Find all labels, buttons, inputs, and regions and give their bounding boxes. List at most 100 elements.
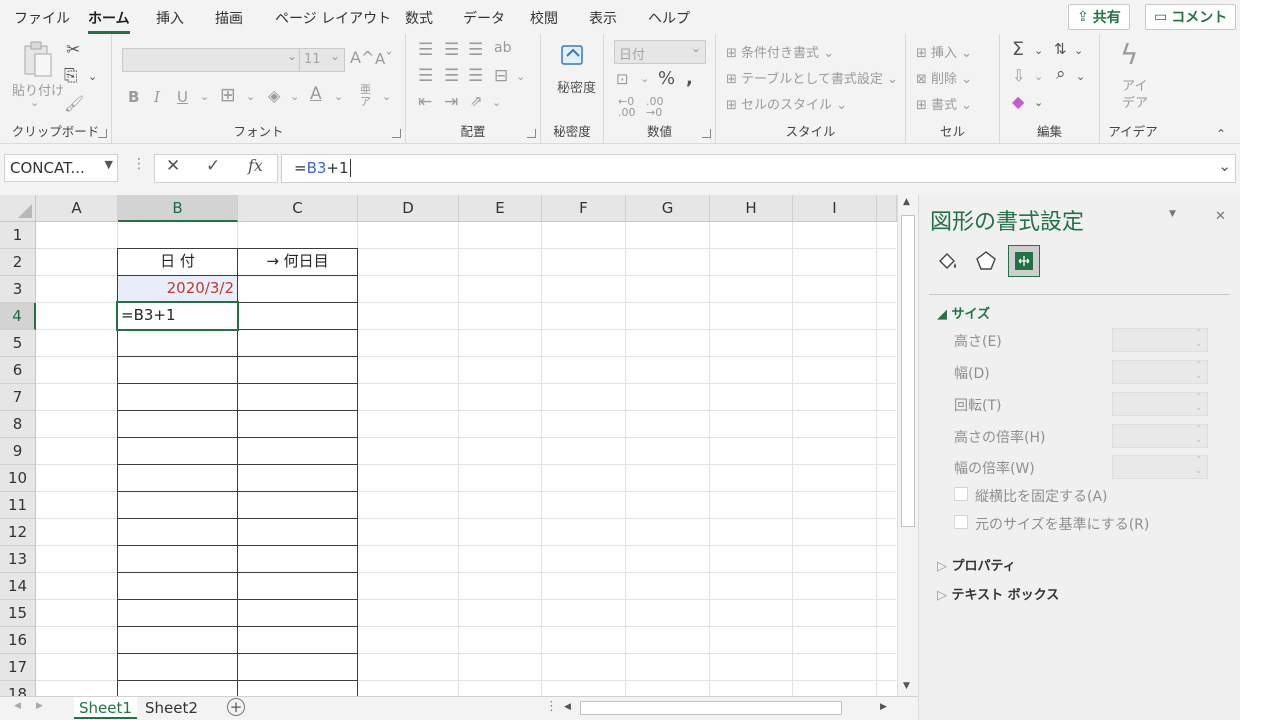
column-header-g[interactable]: G [626,195,710,222]
pane-options-icon[interactable]: ▼ [1169,209,1176,219]
comma-style-icon[interactable]: , [686,68,693,89]
formula-input[interactable]: =B3+1 ⌄ [281,154,1236,183]
row-header-3[interactable]: 3 [0,276,36,303]
font-shrink-button[interactable]: Aˇ [375,50,393,68]
clear-icon[interactable]: ◆ [1012,92,1024,111]
find-select-icon[interactable]: ⌕ [1056,64,1066,84]
number-format-dropdown[interactable]: 日付 [614,40,706,64]
sensitivity-button[interactable]: 秘密度 [557,80,596,97]
relative-original-checkbox[interactable] [954,515,968,529]
row-header-6[interactable]: 6 [0,357,36,384]
column-header-b[interactable]: B [118,195,238,222]
align-right-icon[interactable]: ☰ [468,66,483,86]
tab-formulas[interactable]: 数式 [405,8,433,28]
italic-button[interactable]: I [154,88,160,106]
select-all-button[interactable] [0,195,36,222]
accounting-format-icon[interactable]: ⊡ [616,70,629,88]
scroll-right-icon[interactable]: ▶ [880,702,887,712]
cell-styles-button[interactable]: ⊞ セルのスタイル ⌄ [726,94,847,113]
row-header-5[interactable]: 5 [0,330,36,357]
row-header-18[interactable]: 18 [0,681,36,696]
ideas-button[interactable]: アイデア [1122,78,1148,112]
cell-c2[interactable]: → 何日目 [238,249,357,274]
comments-button[interactable]: ▭ コメント [1145,4,1237,30]
sheet-tab-sheet1[interactable]: Sheet1 [74,697,137,719]
row-header-12[interactable]: 12 [0,519,36,546]
bold-button[interactable]: B [128,88,139,106]
horizontal-scroll-thumb[interactable] [580,701,842,715]
copy-dropdown-icon[interactable]: ⌄ [88,70,97,83]
phonetic-icon[interactable]: 亜ア [360,84,371,108]
autosum-icon[interactable]: Σ [1012,38,1024,60]
tab-page-layout[interactable]: ページ レイアウト [275,8,391,28]
fill-color-icon[interactable]: ◈ [268,86,280,105]
column-header-d[interactable]: D [358,195,459,222]
decrease-indent-icon[interactable]: ⇤ [418,92,432,112]
align-left-icon[interactable]: ☰ [418,66,433,86]
row-header-13[interactable]: 13 [0,546,36,573]
column-header-f[interactable]: F [542,195,626,222]
copy-icon[interactable]: ⎘ [64,66,78,86]
column-header-e[interactable]: E [459,195,542,222]
tab-view[interactable]: 表示 [589,8,617,28]
size-section-toggle[interactable]: ◢ サイズ [937,303,990,322]
textbox-section-toggle[interactable]: ▷ テキスト ボックス [937,584,1059,603]
font-size-dropdown[interactable]: 11 [299,48,345,72]
horizontal-scrollbar[interactable]: ◀ ▶ [560,700,896,717]
fill-icon[interactable]: ⇩ [1012,66,1025,85]
delete-cells-button[interactable]: ⊠ 削除 ⌄ [916,68,972,87]
format-as-table-button[interactable]: ⊞ テーブルとして書式設定 ⌄ [726,68,898,87]
tab-insert[interactable]: 挿入 [156,8,184,28]
font-launcher-icon[interactable] [392,129,401,138]
conditional-formatting-button[interactable]: ⊞ 条件付き書式 ⌄ [726,42,834,61]
format-cells-button[interactable]: ⊞ 書式 ⌄ [916,94,972,113]
align-middle-icon[interactable]: ☰ [444,40,459,60]
align-bottom-icon[interactable]: ☰ [468,40,483,60]
vertical-scroll-thumb[interactable] [901,215,915,527]
row-header-2[interactable]: 2 [0,249,36,276]
alignment-launcher-icon[interactable] [527,129,536,138]
height-spinner[interactable] [1112,327,1208,352]
name-box[interactable]: CONCAT... ▼ [4,154,118,182]
increase-indent-icon[interactable]: ⇥ [444,92,458,112]
borders-icon[interactable]: ⊞ [220,84,236,106]
scroll-left-icon[interactable]: ◀ [564,702,571,712]
column-header-a[interactable]: A [36,195,118,222]
vertical-scrollbar[interactable]: ▲ ▼ [897,195,918,696]
row-header-15[interactable]: 15 [0,600,36,627]
format-painter-icon[interactable]: 🖌 [64,94,84,113]
underline-button[interactable]: U [177,88,188,106]
fill-line-tab[interactable] [932,245,964,277]
tab-file[interactable]: ファイル [14,8,70,28]
orientation-icon[interactable]: ab [494,40,511,56]
width-spinner[interactable] [1112,359,1208,384]
row-header-14[interactable]: 14 [0,573,36,600]
column-header-i[interactable]: I [793,195,877,222]
row-header-7[interactable]: 7 [0,384,36,411]
column-header-h[interactable]: H [710,195,793,222]
row-header-17[interactable]: 17 [0,654,36,681]
tab-help[interactable]: ヘルプ [648,8,690,28]
share-button[interactable]: ⇪ 共有 [1068,4,1130,30]
sheet-tab-sheet2[interactable]: Sheet2 [140,697,203,719]
percent-icon[interactable]: % [658,68,675,89]
column-header-j[interactable] [877,195,897,222]
effects-tab[interactable] [970,245,1002,277]
row-header-10[interactable]: 10 [0,465,36,492]
cancel-icon[interactable]: ✕ [166,156,180,176]
tab-draw[interactable]: 描画 [215,8,243,28]
column-header-c[interactable]: C [238,195,358,222]
cell-b2[interactable]: 日 付 [118,249,237,274]
name-box-dropdown-icon[interactable]: ▼ [105,158,113,171]
lock-aspect-checkbox[interactable] [954,487,968,501]
collapse-ribbon-icon[interactable]: ⌃ [1216,127,1226,141]
tab-home[interactable]: ホーム [88,8,130,34]
font-color-icon[interactable]: A [310,84,322,104]
row-header-11[interactable]: 11 [0,492,36,519]
tab-data[interactable]: データ [463,8,505,28]
row-header-16[interactable]: 16 [0,627,36,654]
sort-filter-icon[interactable]: ⇅ [1054,40,1067,58]
align-top-icon[interactable]: ☰ [418,40,433,60]
tab-review[interactable]: 校閲 [530,8,558,28]
cell-b3[interactable]: 2020/3/2 [118,276,234,301]
